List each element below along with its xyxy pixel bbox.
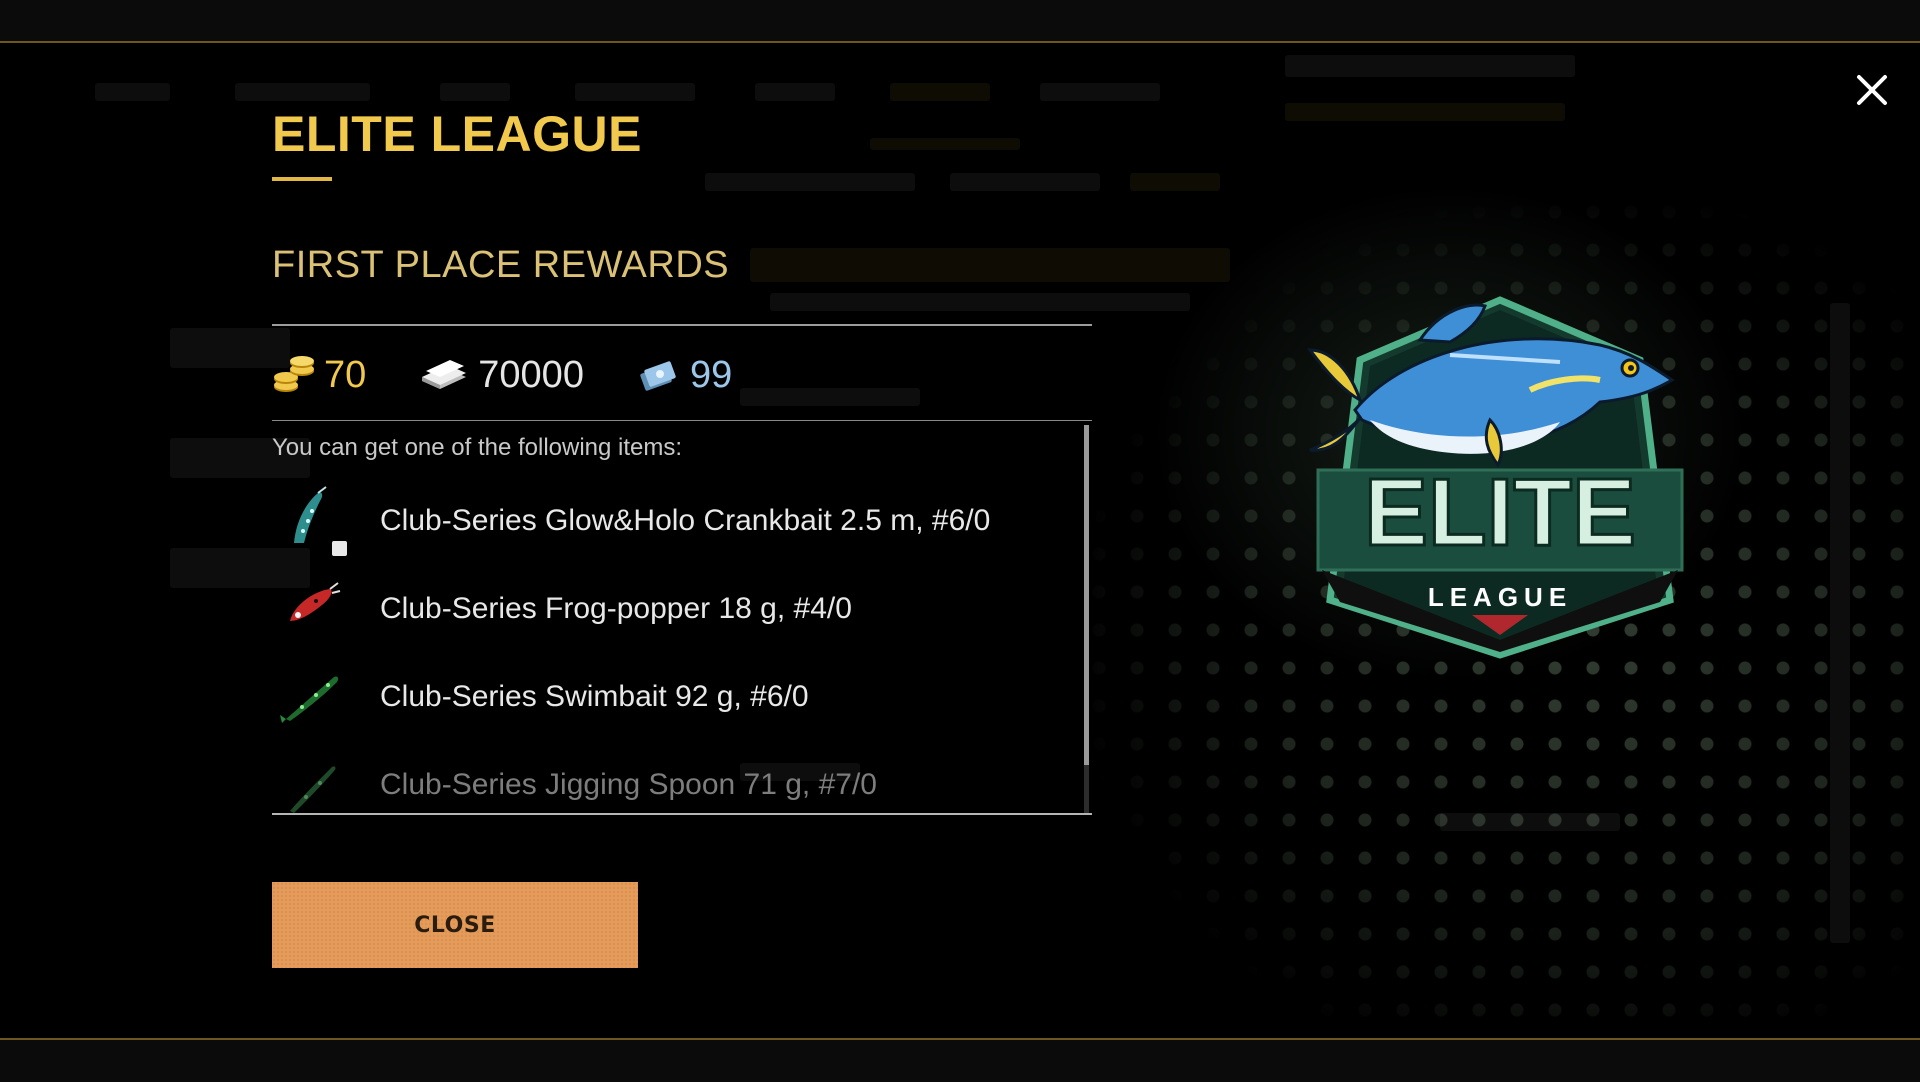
logo-word: ELITE: [1364, 459, 1636, 566]
close-button[interactable]: CLOSE: [272, 882, 638, 968]
close-button-label: CLOSE: [414, 912, 496, 938]
list-item[interactable]: Club-Series Frog-popper 18 g, #4/0: [272, 565, 1072, 653]
bg-scrollbar-ghost: [1830, 303, 1850, 943]
baitcoin-tickets-icon: [640, 361, 676, 391]
bottom-bar: [0, 1038, 1920, 1082]
crankbait-lure-icon: [272, 481, 362, 561]
section-title: FIRST PLACE REWARDS: [272, 244, 730, 286]
silver-amount: 70000: [478, 353, 584, 396]
silver-cash-icon: [422, 360, 467, 389]
items-hint: You can get one of the following items:: [272, 434, 683, 461]
items-scrollbar[interactable]: [1084, 425, 1089, 813]
swimbait-lure-icon: [272, 657, 362, 737]
item-name: Club-Series Swimbait 92 g, #6/0: [380, 680, 809, 713]
divider: [272, 813, 1092, 815]
ticket-amount: 99: [689, 353, 733, 396]
ticket-reward: 99: [636, 354, 732, 397]
gold-reward: 70: [272, 354, 366, 397]
item-name: Club-Series Frog-popper 18 g, #4/0: [380, 592, 852, 625]
scrollbar-thumb[interactable]: [1084, 425, 1089, 765]
title-underline: [272, 177, 332, 181]
silver-reward: 70000: [418, 354, 584, 397]
bg-header-ghost: [1285, 103, 1565, 121]
gold-coins-icon: [274, 356, 314, 392]
item-name: Club-Series Jigging Spoon 71 g, #7/0: [380, 768, 877, 801]
list-item[interactable]: Club-Series Glow&Holo Crankbait 2.5 m, #…: [272, 477, 1072, 565]
list-item[interactable]: Club-Series Jigging Spoon 71 g, #7/0: [272, 741, 1072, 829]
rewards-panel: ELITE LEAGUE FIRST PLACE REWARDS 70 7000…: [272, 0, 1092, 1040]
close-icon[interactable]: [1850, 68, 1894, 112]
frog-popper-lure-icon: [272, 569, 362, 649]
reward-items-list: Club-Series Glow&Holo Crankbait 2.5 m, #…: [272, 477, 1072, 829]
bg-menu-ghost: [95, 83, 170, 101]
page-title: ELITE LEAGUE: [272, 106, 642, 162]
elite-league-logo: ELITE LEAGUE: [1306, 296, 1684, 659]
list-item[interactable]: Club-Series Swimbait 92 g, #6/0: [272, 653, 1072, 741]
divider: [272, 324, 1092, 326]
divider: [272, 420, 1092, 421]
bg-header-ghost: [1285, 55, 1575, 77]
logo-subword: LEAGUE: [1428, 582, 1572, 612]
bg-tab-ghost: [1130, 173, 1220, 191]
currency-rewards: 70 70000 99: [272, 345, 784, 405]
item-badge-icon: [332, 541, 347, 556]
gold-amount: 70: [324, 353, 367, 396]
bg-text-ghost: [1440, 813, 1620, 831]
item-name: Club-Series Glow&Holo Crankbait 2.5 m, #…: [380, 504, 991, 537]
